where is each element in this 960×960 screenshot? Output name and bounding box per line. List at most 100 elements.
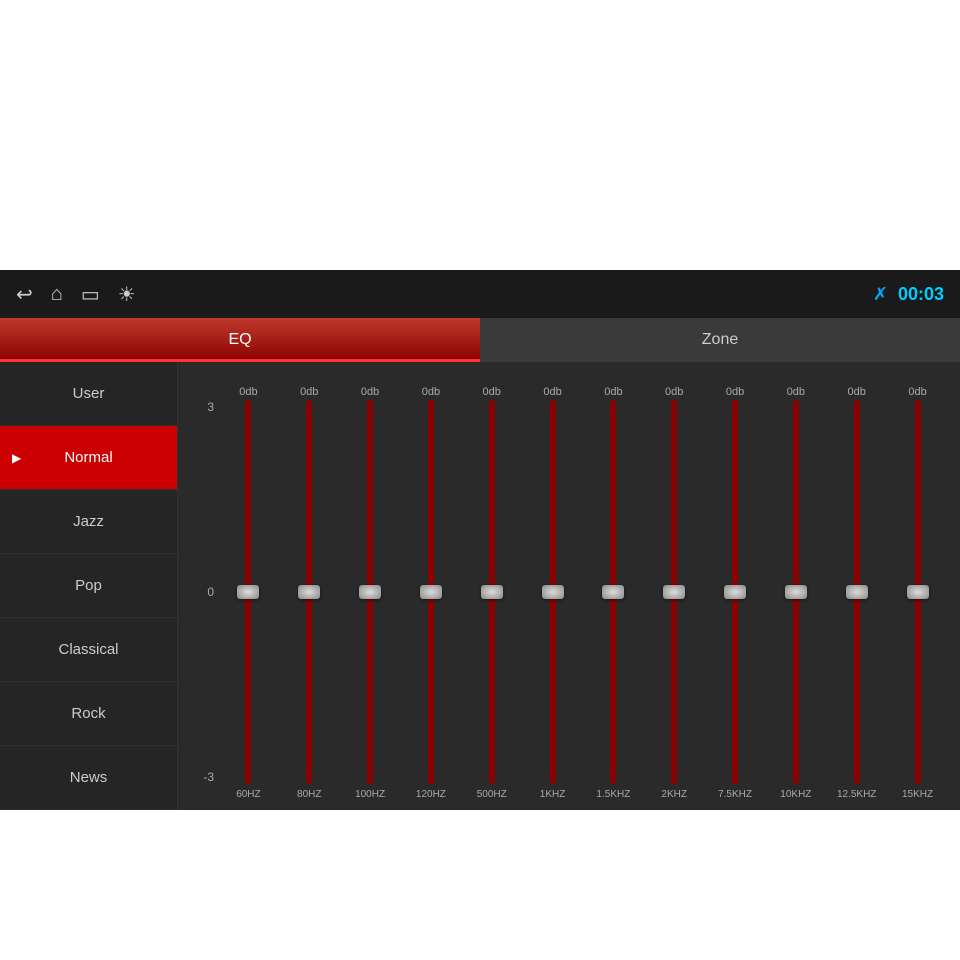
slider-track-4[interactable] <box>489 400 495 784</box>
sidebar-label-classical: Classical <box>58 641 118 658</box>
slider-track-2[interactable] <box>367 400 373 784</box>
tab-eq[interactable]: EQ <box>0 318 480 362</box>
freq-label-7: 2KHZ <box>644 789 705 800</box>
db-label-3: 0db <box>422 386 440 398</box>
freq-label-4: 500HZ <box>461 789 522 800</box>
time-display: 00:03 <box>898 284 944 305</box>
slider-thumb-8[interactable] <box>724 585 746 599</box>
eq-scale: 3 0 -3 <box>190 400 218 784</box>
db-label-col-1: 0db <box>279 386 340 400</box>
slider-thumb-1[interactable] <box>298 585 320 599</box>
slider-fill-bot-9 <box>793 592 799 784</box>
slider-fill-bot-11 <box>915 592 921 784</box>
slider-thumb-0[interactable] <box>237 585 259 599</box>
eq-db-labels: 0db0db0db0db0db0db0db0db0db0db0db0db <box>190 372 948 400</box>
slider-track-5[interactable] <box>550 400 556 784</box>
tab-zone[interactable]: Zone <box>480 318 960 362</box>
freq-label-5: 1KHZ <box>522 789 583 800</box>
db-label-col-4: 0db <box>461 386 522 400</box>
nav-controls: ↩ ⌂ ▭ ☀ <box>16 282 136 307</box>
slider-thumb-10[interactable] <box>846 585 868 599</box>
slider-track-9[interactable] <box>793 400 799 784</box>
slider-track-6[interactable] <box>610 400 616 784</box>
db-label-col-5: 0db <box>522 386 583 400</box>
top-bar: ↩ ⌂ ▭ ☀ ✗ 00:03 <box>0 270 960 318</box>
slider-track-7[interactable] <box>671 400 677 784</box>
slider-fill-top-2 <box>367 400 373 592</box>
slider-col-4 <box>461 400 522 784</box>
back-icon[interactable]: ↩ <box>16 282 33 307</box>
db-label-1: 0db <box>300 386 318 398</box>
slider-thumb-6[interactable] <box>602 585 624 599</box>
tab-bar: EQ Zone <box>0 318 960 362</box>
slider-fill-top-4 <box>489 400 495 592</box>
slider-fill-bot-0 <box>245 592 251 784</box>
eq-freq-labels: 60HZ80HZ100HZ120HZ500HZ1KHZ1.5KHZ2KHZ7.5… <box>190 784 948 804</box>
slider-fill-bot-2 <box>367 592 373 784</box>
slider-col-5 <box>522 400 583 784</box>
db-label-col-2: 0db <box>340 386 401 400</box>
db-label-10: 0db <box>848 386 866 398</box>
db-label-col-10: 0db <box>826 386 887 400</box>
sidebar-label-news: News <box>70 769 108 786</box>
slider-thumb-2[interactable] <box>359 585 381 599</box>
slider-thumb-11[interactable] <box>907 585 929 599</box>
slider-col-8 <box>705 400 766 784</box>
slider-fill-bot-10 <box>854 592 860 784</box>
slider-fill-bot-7 <box>671 592 677 784</box>
window-icon[interactable]: ▭ <box>81 282 100 307</box>
slider-col-9 <box>765 400 826 784</box>
sidebar-label-jazz: Jazz <box>73 513 104 530</box>
slider-fill-top-10 <box>854 400 860 592</box>
slider-fill-top-5 <box>550 400 556 592</box>
slider-thumb-9[interactable] <box>785 585 807 599</box>
slider-thumb-7[interactable] <box>663 585 685 599</box>
sidebar-item-classical[interactable]: Classical <box>0 618 177 682</box>
slider-thumb-5[interactable] <box>542 585 564 599</box>
eq-panel: 0db0db0db0db0db0db0db0db0db0db0db0db 3 0… <box>178 362 960 810</box>
slider-col-11 <box>887 400 948 784</box>
slider-fill-bot-6 <box>610 592 616 784</box>
slider-fill-bot-1 <box>306 592 312 784</box>
slider-fill-bot-8 <box>732 592 738 784</box>
sidebar-item-rock[interactable]: Rock <box>0 682 177 746</box>
db-label-7: 0db <box>665 386 683 398</box>
sidebar-item-news[interactable]: News <box>0 746 177 810</box>
slider-col-3 <box>400 400 461 784</box>
freq-label-1: 80HZ <box>279 789 340 800</box>
freq-label-9: 10KHZ <box>765 789 826 800</box>
scale-bot: -3 <box>203 770 214 784</box>
freq-label-6: 1.5KHZ <box>583 789 644 800</box>
slider-fill-top-9 <box>793 400 799 592</box>
db-label-5: 0db <box>543 386 561 398</box>
sidebar-item-jazz[interactable]: Jazz <box>0 490 177 554</box>
slider-track-0[interactable] <box>245 400 251 784</box>
status-area: ✗ 00:03 <box>873 284 944 305</box>
slider-track-8[interactable] <box>732 400 738 784</box>
slider-track-10[interactable] <box>854 400 860 784</box>
slider-fill-bot-4 <box>489 592 495 784</box>
slider-track-3[interactable] <box>428 400 434 784</box>
slider-fill-bot-3 <box>428 592 434 784</box>
slider-col-0 <box>218 400 279 784</box>
slider-col-1 <box>279 400 340 784</box>
sidebar-item-normal[interactable]: ▶ Normal <box>0 426 177 490</box>
db-label-6: 0db <box>604 386 622 398</box>
freq-label-11: 15KHZ <box>887 789 948 800</box>
sidebar-label-normal: Normal <box>64 449 112 466</box>
db-label-col-11: 0db <box>887 386 948 400</box>
slider-track-1[interactable] <box>306 400 312 784</box>
slider-thumb-4[interactable] <box>481 585 503 599</box>
main-content: User ▶ Normal Jazz Pop Classical Rock Ne… <box>0 362 960 810</box>
slider-fill-top-6 <box>610 400 616 592</box>
sidebar: User ▶ Normal Jazz Pop Classical Rock Ne… <box>0 362 178 810</box>
slider-track-11[interactable] <box>915 400 921 784</box>
sidebar-label-pop: Pop <box>75 577 102 594</box>
sidebar-item-user[interactable]: User <box>0 362 177 426</box>
sidebar-item-pop[interactable]: Pop <box>0 554 177 618</box>
home-icon[interactable]: ⌂ <box>51 283 63 306</box>
slider-col-10 <box>826 400 887 784</box>
image-icon[interactable]: ☀ <box>118 282 136 307</box>
slider-thumb-3[interactable] <box>420 585 442 599</box>
slider-col-2 <box>340 400 401 784</box>
